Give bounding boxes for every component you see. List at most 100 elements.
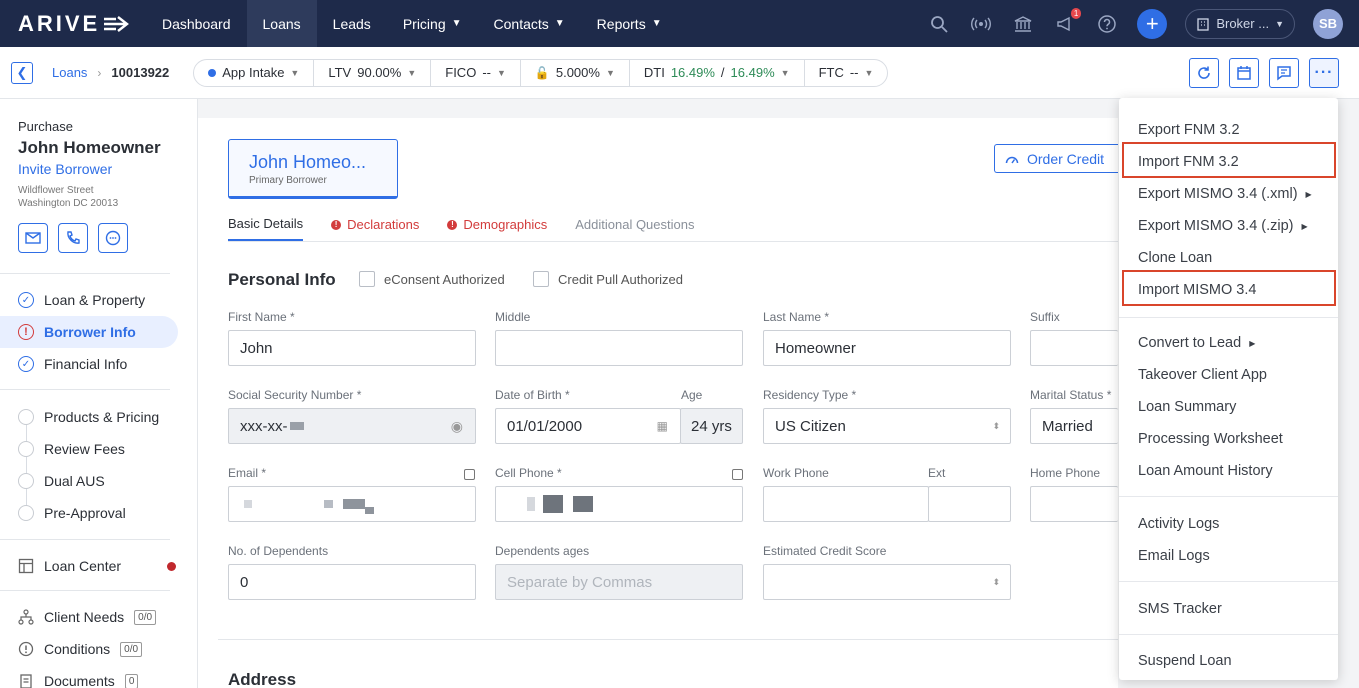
sidebar-item-review-fees[interactable]: Review Fees <box>18 433 125 465</box>
email-field[interactable] <box>228 486 476 522</box>
sidebar-item-label: Products & Pricing <box>44 409 160 425</box>
menu-activity-logs[interactable]: Activity Logs <box>1138 514 1219 534</box>
chat-button[interactable] <box>98 223 128 253</box>
sidebar-item-financial-info[interactable]: ✓ Financial Info <box>18 348 127 380</box>
sidebar-item-pre-approval[interactable]: Pre-Approval <box>18 497 126 529</box>
sidebar-item-products-pricing[interactable]: Products & Pricing <box>18 401 159 433</box>
fico-pill[interactable]: FICO -- ▼ <box>431 59 521 86</box>
sidebar-item-loan-center[interactable]: Loan Center <box>18 550 177 582</box>
sidebar-item-label: Documents <box>44 673 115 688</box>
home-phone-field[interactable] <box>1030 486 1118 522</box>
tab-declarations[interactable]: ! Declarations <box>331 216 419 241</box>
email-button[interactable] <box>18 223 48 253</box>
broker-select[interactable]: Broker ... ▼ <box>1185 8 1295 39</box>
work-phone-field[interactable] <box>763 486 929 522</box>
calendar-button[interactable] <box>1229 58 1259 88</box>
tab-basic-details[interactable]: Basic Details <box>228 216 304 241</box>
refresh-button[interactable] <box>1189 58 1219 88</box>
sidebar-item-loan-property[interactable]: ✓ Loan & Property <box>18 284 145 316</box>
menu-import-fnm-32[interactable]: Import FNM 3.2 <box>1138 152 1239 172</box>
menu-sms-tracker[interactable]: SMS Tracker <box>1138 599 1222 619</box>
sidebar-item-borrower-info[interactable]: ! Borrower Info <box>0 316 178 348</box>
menu-takeover-client-app[interactable]: Takeover Client App <box>1138 365 1267 385</box>
menu-clone-loan[interactable]: Clone Loan <box>1138 248 1212 268</box>
menu-email-logs[interactable]: Email Logs <box>1138 546 1210 566</box>
nav-contacts[interactable]: Contacts ▼ <box>478 0 581 47</box>
ext-field[interactable] <box>928 486 1011 522</box>
residency-select[interactable]: US Citizen ⬍ <box>763 408 1011 444</box>
search-icon[interactable] <box>927 12 951 36</box>
dependents-field[interactable]: 0 <box>228 564 476 600</box>
order-credit-button[interactable]: Order Credit <box>994 144 1118 173</box>
breadcrumb-loans[interactable]: Loans <box>52 65 87 80</box>
menu-processing-worksheet[interactable]: Processing Worksheet <box>1138 429 1283 449</box>
dependents-ages-field[interactable]: Separate by Commas <box>495 564 743 600</box>
first-name-field[interactable]: John <box>228 330 476 366</box>
middle-name-field[interactable] <box>495 330 743 366</box>
comments-button[interactable] <box>1269 58 1299 88</box>
comment-icon <box>1277 66 1291 81</box>
menu-import-mismo-34[interactable]: Import MISMO 3.4 <box>1138 280 1256 300</box>
last-name-field[interactable]: Homeowner <box>763 330 1011 366</box>
nav-loans[interactable]: Loans <box>246 0 317 47</box>
est-credit-select[interactable]: ⬍ <box>763 564 1011 600</box>
menu-export-mismo-xml[interactable]: Export MISMO 3.4 (.xml) ▶ <box>1138 184 1312 204</box>
nav-pricing[interactable]: Pricing ▼ <box>387 0 478 47</box>
bank-icon[interactable] <box>1011 12 1035 36</box>
dob-field[interactable]: 01/01/2000 ▦ <box>495 408 681 444</box>
call-button[interactable] <box>58 223 88 253</box>
menu-loan-summary[interactable]: Loan Summary <box>1138 397 1236 417</box>
nav-dashboard[interactable]: Dashboard <box>146 0 247 47</box>
cell-phone-field[interactable] <box>495 486 743 522</box>
econsent-checkbox[interactable]: eConsent Authorized <box>359 271 505 287</box>
sidebar-item-dual-aus[interactable]: Dual AUS <box>18 465 105 497</box>
ftc-pill[interactable]: FTC -- ▼ <box>805 60 888 86</box>
marital-select[interactable]: Married <box>1030 408 1118 444</box>
rate-pill[interactable]: 🔓 5.000% ▼ <box>521 59 630 86</box>
dob-label: Date of Birth * <box>495 388 570 402</box>
help-icon[interactable] <box>1095 12 1119 36</box>
menu-convert-to-lead[interactable]: Convert to Lead ▶ <box>1138 333 1255 353</box>
dti-pill[interactable]: DTI 16.49% / 16.49% ▼ <box>630 59 805 86</box>
ltv-pill[interactable]: LTV 90.00% ▼ <box>314 59 432 86</box>
nav-leads[interactable]: Leads <box>317 0 387 47</box>
ltv-label: LTV <box>328 65 352 80</box>
redacted-text <box>324 500 333 508</box>
borrower-card[interactable]: John Homeo... Primary Borrower <box>228 139 398 199</box>
ltv-value: 90.00% <box>357 65 402 80</box>
sidebar-item-client-needs[interactable]: Client Needs 0/0 <box>18 601 157 633</box>
broadcast-icon[interactable] <box>969 12 993 36</box>
avatar[interactable]: SB <box>1313 8 1343 39</box>
sidebar-item-documents[interactable]: Documents 0 <box>18 665 139 688</box>
menu-export-mismo-zip[interactable]: Export MISMO 3.4 (.zip) ▶ <box>1138 216 1308 236</box>
menu-export-fnm-32[interactable]: Export FNM 3.2 <box>1138 120 1240 140</box>
dependents-label: No. of Dependents <box>228 544 329 558</box>
sidebar-item-conditions[interactable]: Conditions 0/0 <box>18 633 143 665</box>
ext-label: Ext <box>928 466 946 480</box>
ssn-field[interactable]: xxx-xx- ◉ <box>228 408 476 444</box>
nav-reports[interactable]: Reports ▼ <box>581 0 678 47</box>
menu-loan-amount-history[interactable]: Loan Amount History <box>1138 461 1273 481</box>
add-button[interactable]: + <box>1137 8 1168 39</box>
credit-pull-checkbox[interactable]: Credit Pull Authorized <box>533 271 683 287</box>
suffix-field[interactable] <box>1030 330 1118 366</box>
back-button[interactable]: ❮ <box>11 61 33 84</box>
fico-label: FICO <box>445 65 477 80</box>
more-actions-button[interactable]: ··· <box>1309 58 1339 88</box>
announcement-icon[interactable]: 1 <box>1053 7 1082 36</box>
eye-icon[interactable]: ◉ <box>451 418 463 435</box>
rate-value: 5.000% <box>555 65 600 80</box>
tab-demographics[interactable]: ! Demographics <box>447 216 547 241</box>
tab-additional-questions[interactable]: Additional Questions <box>575 216 694 241</box>
copy-icon[interactable] <box>464 469 475 480</box>
breadcrumb-separator-icon: › <box>97 65 102 80</box>
calendar-icon[interactable]: ▦ <box>657 419 668 433</box>
menu-item-label: Clone Loan <box>1138 250 1213 266</box>
invite-borrower-link[interactable]: Invite Borrower <box>18 161 112 177</box>
menu-suspend-loan[interactable]: Suspend Loan <box>1138 651 1232 671</box>
status-pill[interactable]: App Intake ▼ <box>194 59 315 86</box>
arive-logo[interactable]: ARIVE <box>18 11 146 37</box>
loan-toolbar: ··· <box>1189 58 1339 88</box>
copy-icon[interactable] <box>732 469 743 480</box>
chevron-down-icon: ▼ <box>605 67 615 78</box>
